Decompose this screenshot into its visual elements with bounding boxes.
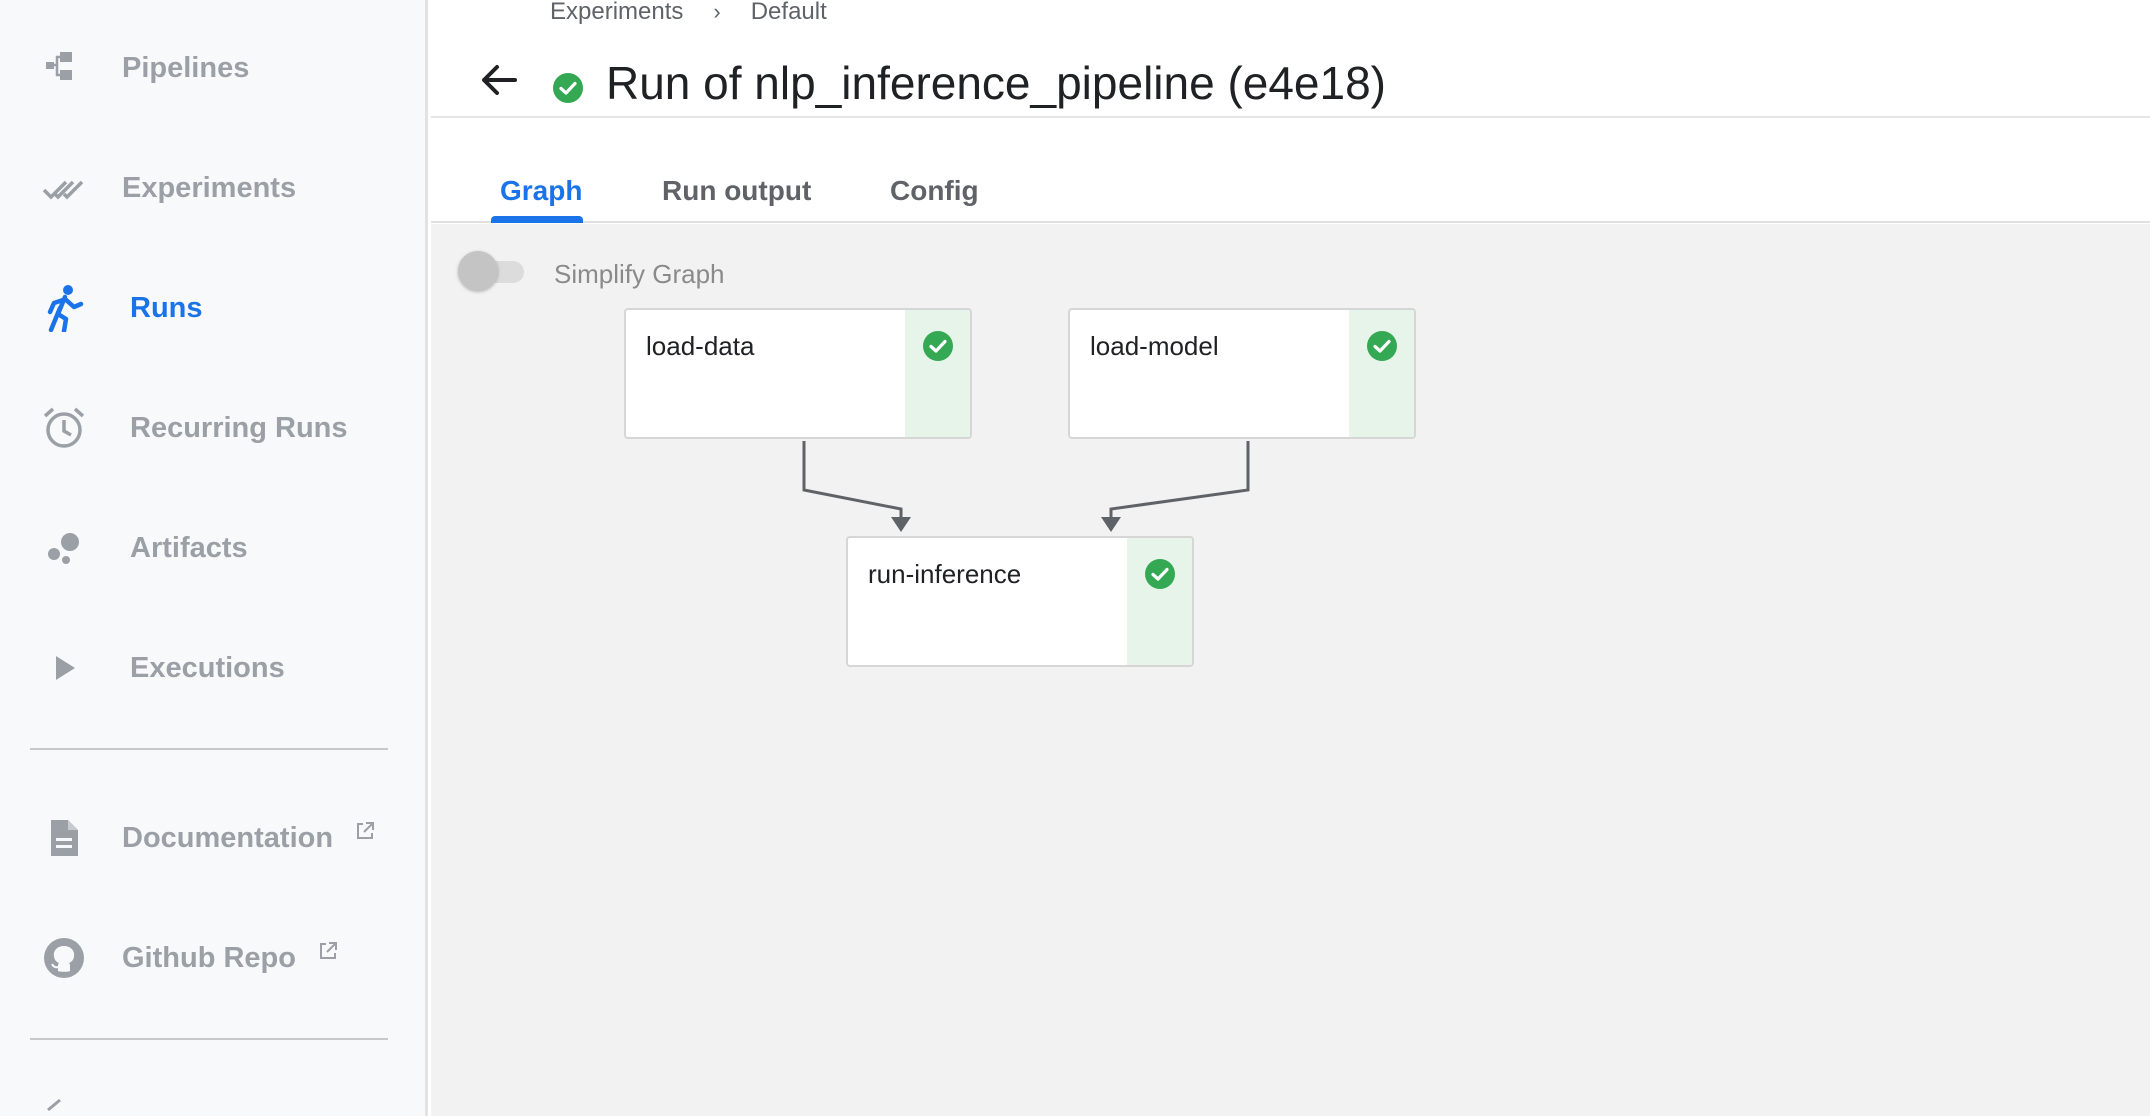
simplify-graph-toggle[interactable] <box>458 251 528 291</box>
node-status <box>905 310 970 437</box>
active-tab-indicator <box>491 216 583 223</box>
sidebar-item-pipelines[interactable]: Pipelines <box>0 18 425 118</box>
tab-run-output[interactable]: Run output <box>662 175 811 207</box>
tab-graph[interactable]: Graph <box>500 175 582 207</box>
runs-icon <box>42 285 86 332</box>
back-button[interactable] <box>477 60 521 104</box>
breadcrumb-separator: › <box>713 0 721 24</box>
sidebar-link-label: Documentation <box>122 821 375 855</box>
sidebar-item-label: Experiments <box>122 171 297 204</box>
node-label: load-model <box>1090 331 1219 361</box>
sidebar: Pipelines Experiments Runs Recurring Run… <box>0 0 428 1116</box>
success-check-icon <box>552 72 584 104</box>
sidebar-item-artifacts[interactable]: Artifacts <box>0 498 425 598</box>
sidebar-item-label: Executions <box>130 651 285 684</box>
arrow-back-icon <box>479 60 519 105</box>
document-icon <box>42 816 86 860</box>
sidebar-item-experiments[interactable]: Experiments <box>0 138 425 238</box>
open-in-new-icon <box>318 936 338 969</box>
sidebar-item-runs[interactable]: Runs <box>0 258 425 358</box>
success-check-icon <box>1366 330 1398 437</box>
documentation-label: Documentation <box>122 821 334 854</box>
sidebar-item-recurring-runs[interactable]: Recurring Runs <box>0 378 425 478</box>
graph-node-load-data[interactable]: load-data <box>624 308 972 439</box>
sidebar-item-label: Pipelines <box>122 51 250 84</box>
pipelines-icon <box>42 46 86 90</box>
sidebar-link-label: Github Repo <box>122 941 338 975</box>
edge-load-model-to-run-inference <box>1101 441 1250 532</box>
edge-load-data-to-run-inference <box>802 441 911 532</box>
sidebar-link-github[interactable]: Github Repo <box>0 908 425 1008</box>
graph-canvas: Simplify Graph load-data load-model run-… <box>431 224 2150 1116</box>
success-check-icon <box>922 330 954 437</box>
node-status <box>1349 310 1414 437</box>
collapse-sidebar-icon[interactable] <box>42 1096 66 1116</box>
play-icon <box>42 646 86 690</box>
success-check-icon <box>1144 558 1176 665</box>
github-icon <box>42 936 86 980</box>
sidebar-divider <box>30 1038 388 1040</box>
breadcrumb: Experiments › Default <box>550 0 827 26</box>
sidebar-item-label: Artifacts <box>130 531 248 564</box>
simplify-graph-label: Simplify Graph <box>554 259 725 289</box>
page-title: Run of nlp_inference_pipeline (e4e18) <box>606 57 1387 109</box>
graph-node-run-inference[interactable]: run-inference <box>846 536 1194 667</box>
node-label: load-data <box>646 331 755 361</box>
tab-config[interactable]: Config <box>890 175 979 207</box>
github-repo-label: Github Repo <box>122 941 296 974</box>
sidebar-link-documentation[interactable]: Documentation <box>0 788 425 888</box>
artifacts-icon <box>42 526 86 570</box>
sidebar-divider <box>30 748 388 750</box>
experiments-icon <box>42 166 86 210</box>
breadcrumb-item-experiments[interactable]: Experiments <box>550 0 683 26</box>
graph-node-load-model[interactable]: load-model <box>1068 308 1416 439</box>
sidebar-item-label: Runs <box>130 291 203 324</box>
main-content: Experiments › Default Run of nlp_inferen… <box>431 0 2150 1116</box>
alarm-clock-icon <box>42 406 86 450</box>
tab-bar: Graph Run output Config <box>431 120 2150 223</box>
app-root: Pipelines Experiments Runs Recurring Run… <box>0 0 2150 1116</box>
page-header: Experiments › Default Run of nlp_inferen… <box>431 0 2150 118</box>
open-in-new-icon <box>355 816 375 849</box>
sidebar-item-label: Recurring Runs <box>130 411 348 444</box>
node-label: run-inference <box>868 559 1022 589</box>
node-status <box>1127 538 1192 665</box>
breadcrumb-item-default[interactable]: Default <box>751 0 827 26</box>
toggle-thumb <box>458 251 498 291</box>
sidebar-item-executions[interactable]: Executions <box>0 618 425 718</box>
